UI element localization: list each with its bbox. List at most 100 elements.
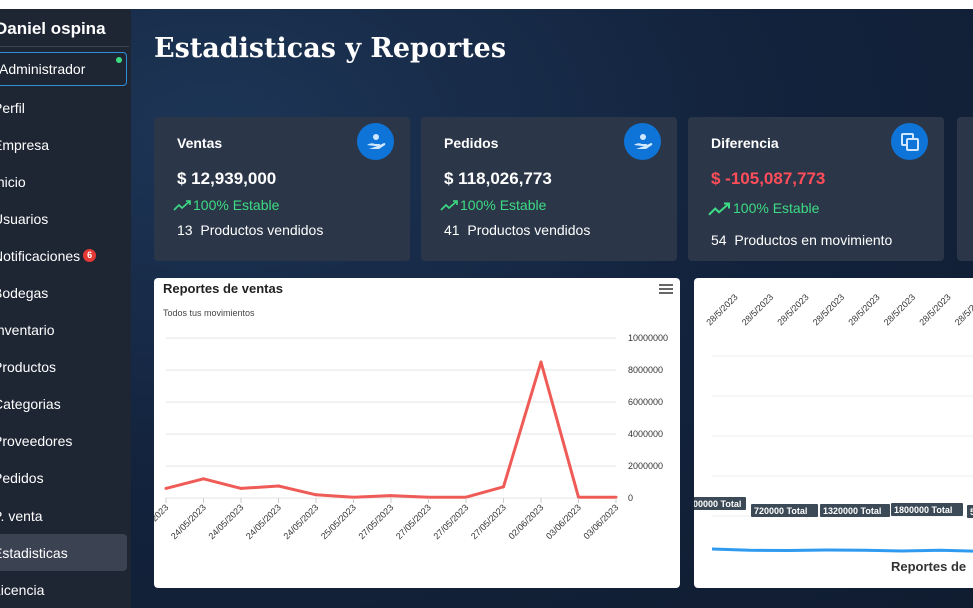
count-label: Productos vendidos [200,222,324,238]
x-tick-label: 27/05/2023 [431,502,470,541]
sidebar-item-licencia[interactable]: Licencia [0,571,131,608]
sidebar-item-label: Inventario [0,322,55,339]
data-point [164,486,168,490]
sidebar-item-label: Empresa [0,136,50,153]
stat-card-partial [957,117,973,261]
x-tick-label: 27/05/2023 [356,502,395,541]
x-tick-label: 28/5/2023 [811,292,846,327]
sidebar-item-label: Perfil [0,99,25,116]
y-tick-label: 10000000 [628,333,668,343]
sidebar-item-label: P. venta [0,507,43,524]
sales-report-chart: Reportes de ventas Todos tus movimientos… [154,278,680,588]
sidebar-item-label: Usuarios [0,210,49,227]
card-title: Pedidos [444,135,499,151]
trend-indicator: 100% Estable [707,200,819,216]
role-label: Administrador [0,61,86,77]
card-value: $ 118,026,773 [444,169,552,188]
x-tick-label: 02/06/2023 [506,502,545,541]
sidebar-item-proveedores[interactable]: Proveedores [0,423,131,460]
role-box[interactable]: Administrador [0,52,127,86]
x-tick-label: 28/5/2023 [704,292,739,327]
online-status-dot [116,57,122,63]
trend-up-icon [708,202,730,215]
x-tick-label: 27/05/2023 [469,502,508,541]
sidebar-item-label: Pedidos [0,470,44,487]
hand-coin-icon [624,123,661,160]
count-number: 41 [444,222,460,238]
trend-up-icon [440,200,458,211]
page-title: Estadisticas y Reportes [154,33,507,64]
sidebar-item-label: Estadisticas [0,544,68,561]
sidebar-item-p-venta[interactable]: P. venta [0,497,131,534]
x-tick-label: 28/5/2023 [775,292,810,327]
stat-card-ventas: Ventas $ 12,939,000 100% Estable 13 Prod… [154,117,410,261]
series-line [711,547,973,553]
series-line [165,360,616,499]
x-tick-label: 03/06/2023 [581,502,620,541]
x-tick-label: 03/06/2023 [544,502,583,541]
app-window: Daniel ospina Administrador Perfil Empres… [0,9,973,608]
x-tick-label: 27/05/2023 [394,502,433,541]
data-label: 720000 Total [754,506,807,516]
card-title: Ventas [177,135,223,151]
sidebar: Daniel ospina Administrador Perfil Empres… [0,9,131,608]
sidebar-item-label: Licencia [0,581,45,598]
y-tick-label: 2000000 [628,461,663,471]
sidebar-item-inicio[interactable]: Inicio [0,163,131,200]
x-tick-label: 28/5/2023 [953,292,973,327]
x-tick-label: 25/05/2023 [319,502,358,541]
sidebar-item-categorias[interactable]: Categorias [0,386,131,423]
data-point [314,493,318,497]
card-title: Diferencia [711,135,779,151]
card-value: $ 12,939,000 [177,169,277,188]
data-point [539,360,543,364]
sidebar-item-usuarios[interactable]: Usuarios [0,200,131,237]
count-number: 54 [711,232,727,248]
data-label: 1800000 Total [894,505,952,515]
line-chart-svg-2: 28/5/2023 28/5/2023 28/5/2023 28/5/2023 28/5… [694,292,973,553]
sidebar-item-label: Productos [0,359,57,376]
user-name: Daniel ospina [0,19,106,38]
y-tick-label: 8000000 [628,365,663,375]
x-tick-label: 28/5/2023 [740,292,775,327]
trend-label: 100% Estable [193,197,280,213]
count-number: 13 [177,222,193,238]
stat-card-diferencia: Diferencia $ -105,087,773 100% Estable 5… [688,117,944,261]
data-point [389,494,393,498]
x-tick-label: 24/05/2023 [169,502,208,541]
sidebar-item-perfil[interactable]: Perfil [0,89,131,126]
data-label: 1320000 Total [823,506,881,516]
data-point [502,485,505,489]
card-value: $ -105,087,773 [711,169,826,188]
trend-label: 100% Estable [460,197,547,213]
x-tick-label: 28/5/2023 [882,292,917,327]
sidebar-item-bodegas[interactable]: Bodegas [0,274,131,311]
sidebar-item-notificaciones[interactable]: Notificaciones 6 [0,237,131,274]
y-tick-label: 0 [628,493,633,503]
trend-indicator: 100% Estable [440,197,546,213]
x-tick-label: 28/5/2023 [917,292,952,327]
sidebar-item-estadisticas[interactable]: Estadisticas [0,534,127,572]
layers-icon [891,123,928,160]
sidebar-item-label: Inicio [0,173,26,190]
card-count: 41 Productos vendidos [444,222,590,238]
y-tick-label: 4000000 [628,429,663,439]
trend-label: 100% Estable [733,200,820,216]
x-tick-label: 24/05/2023 [244,502,283,541]
main-content: Estadisticas y Reportes Ventas $ 12,939,… [131,9,973,608]
count-label: Productos vendidos [467,222,591,238]
chart-title-2: Reportes de [891,559,967,574]
x-tick-label: 24/05/2023 [281,502,320,541]
data-point [277,484,280,488]
y-tick-label: 6000000 [628,397,663,407]
sidebar-item-productos[interactable]: Productos [0,349,131,386]
data-label: 00000 Total [694,499,741,509]
sales-report-chart-2: 28/5/2023 28/5/2023 28/5/2023 28/5/2023 28/5… [694,278,973,588]
x-tick-label: 24/05/2023 [154,502,170,541]
trend-up-icon [173,200,191,211]
sidebar-item-pedidos[interactable]: Pedidos [0,460,131,497]
sidebar-item-empresa[interactable]: Empresa [0,126,131,163]
sidebar-nav: Perfil Empresa Inicio Usuarios Notificacione… [0,89,131,608]
card-count: 13 Productos vendidos [177,222,323,238]
sidebar-item-inventario[interactable]: Inventario [0,312,131,349]
